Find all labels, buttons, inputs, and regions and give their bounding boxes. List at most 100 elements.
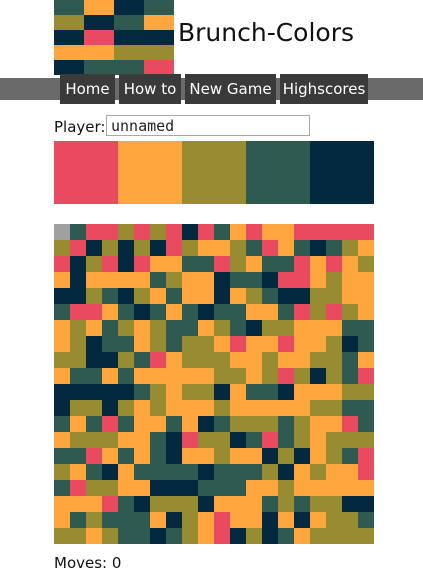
board-cell: [294, 512, 311, 529]
board-cell: [342, 368, 359, 385]
board-cell: [86, 432, 103, 449]
board-cell: [70, 240, 87, 257]
board-cell: [102, 448, 119, 465]
board-cell: [198, 304, 215, 321]
board-cell: [150, 528, 167, 544]
board-cell: [134, 272, 151, 289]
logo-cell: [144, 30, 174, 46]
board-cell: [246, 480, 263, 497]
board-cell: [262, 512, 279, 529]
board-cell: [278, 304, 295, 321]
board-cell: [246, 336, 263, 353]
board-cell: [326, 240, 343, 257]
board-cell: [70, 256, 87, 273]
board-cell: [86, 352, 103, 369]
board-cell: [342, 400, 359, 417]
board-cell: [166, 336, 183, 353]
color-button-teal[interactable]: [246, 141, 310, 204]
board-cell: [294, 368, 311, 385]
board-cell: [294, 256, 311, 273]
moves-counter: Moves: 0: [54, 554, 122, 572]
board-cell: [246, 464, 263, 481]
nav-highscores[interactable]: Highscores: [280, 74, 368, 104]
board-cell: [310, 352, 327, 369]
board-cell: [230, 400, 247, 417]
board-cell: [70, 352, 87, 369]
nav-new-game[interactable]: New Game: [185, 74, 276, 104]
board-cell: [214, 400, 231, 417]
board-cell: [118, 240, 135, 257]
board-cell: [134, 336, 151, 353]
board-cell: [326, 320, 343, 337]
board-cell: [294, 288, 311, 305]
board-cell: [310, 528, 327, 544]
board-cell: [310, 288, 327, 305]
board-cell: [278, 288, 295, 305]
board-cell: [118, 288, 135, 305]
board-cell: [198, 432, 215, 449]
board-cell: [310, 416, 327, 433]
board-cell: [262, 352, 279, 369]
board-cell: [310, 320, 327, 337]
player-name-input[interactable]: [106, 115, 310, 136]
board-cell: [118, 480, 135, 497]
board-cell: [326, 464, 343, 481]
board-cell: [134, 256, 151, 273]
board-cell: [246, 240, 263, 257]
board-cell: [230, 288, 247, 305]
board-cell: [326, 336, 343, 353]
board-cell: [294, 400, 311, 417]
color-button-orange[interactable]: [118, 141, 182, 204]
board-cell: [150, 288, 167, 305]
board-cell: [214, 432, 231, 449]
board-cell: [214, 336, 231, 353]
board-cell: [70, 432, 87, 449]
board-cell: [246, 512, 263, 529]
board-cell: [230, 272, 247, 289]
board-cell: [198, 240, 215, 257]
board-cell: [134, 528, 151, 544]
board-cell: [182, 448, 199, 465]
board-cell: [54, 496, 71, 513]
board-cell: [86, 336, 103, 353]
board-cell: [294, 272, 311, 289]
logo-cell: [84, 45, 115, 61]
board-cell: [262, 464, 279, 481]
logo-cell: [114, 60, 145, 75]
nav-how-to[interactable]: How to: [119, 74, 181, 104]
board-cell: [310, 240, 327, 257]
board-cell: [54, 448, 71, 465]
board-cell: [326, 304, 343, 321]
board-cell: [278, 464, 295, 481]
board-cell: [150, 240, 167, 257]
board-cell: [150, 480, 167, 497]
game-board[interactable]: [54, 224, 374, 544]
color-button-olive[interactable]: [182, 141, 246, 204]
board-cell: [326, 496, 343, 513]
board-cell: [230, 304, 247, 321]
board-cell: [278, 256, 295, 273]
board-cell: [150, 432, 167, 449]
board-cell: [150, 496, 167, 513]
board-cell: [70, 496, 87, 513]
board-cell: [102, 480, 119, 497]
board-cell: [182, 496, 199, 513]
board-cell: [54, 432, 71, 449]
color-button-pink[interactable]: [54, 141, 118, 204]
board-cell: [86, 464, 103, 481]
board-cell: [198, 528, 215, 544]
board-cell: [102, 256, 119, 273]
board-cell: [198, 448, 215, 465]
logo-cell: [54, 15, 85, 31]
board-cell: [166, 496, 183, 513]
board-cell: [326, 272, 343, 289]
board-cell: [278, 480, 295, 497]
nav-home[interactable]: Home: [60, 74, 115, 104]
board-cell: [150, 464, 167, 481]
logo-cell: [144, 45, 174, 61]
board-cell: [262, 320, 279, 337]
board-cell: [358, 272, 374, 289]
board-cell: [198, 384, 215, 401]
board-cell: [294, 320, 311, 337]
color-button-navy[interactable]: [310, 141, 374, 204]
